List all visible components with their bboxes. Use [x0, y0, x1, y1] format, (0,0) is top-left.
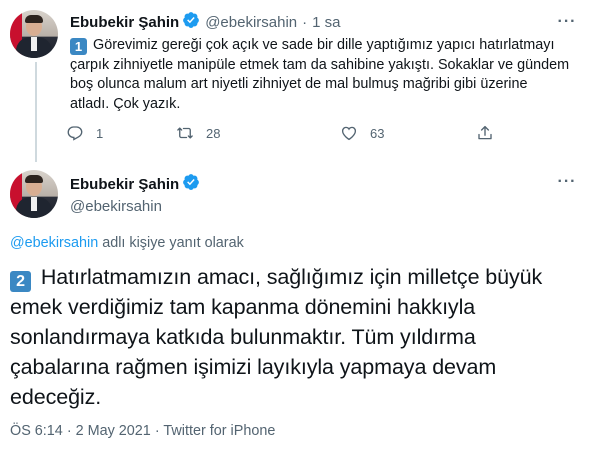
reply-icon: [67, 126, 83, 141]
reply-context: @ebekirsahin adlı kişiye yanıt olarak: [10, 235, 244, 251]
author-name[interactable]: Ebubekir Şahin: [70, 176, 179, 193]
reply-context-text: adlı kişiye yanıt olarak: [98, 235, 244, 251]
tweet-source-link[interactable]: Twitter for iPhone: [163, 423, 275, 439]
verified-badge-icon: [182, 11, 200, 34]
share-button[interactable]: [476, 124, 494, 142]
tweet-2-text: 2 Hatırlatmamızın amacı, sağlığımız için…: [10, 262, 570, 412]
reply-to-handle-link[interactable]: @ebekirsahin: [10, 235, 98, 251]
separator-dot: ·: [66, 423, 72, 439]
tweet-1-body-text: Görevimiz gereği çok açık ve sade bir di…: [70, 37, 570, 112]
more-dots-icon[interactable]: ···: [557, 12, 577, 32]
thread-connector: [35, 62, 37, 162]
verified-badge-icon: [182, 173, 200, 196]
author-handle[interactable]: @ebekirsahin: [205, 14, 297, 31]
tweet-1-text: 1 Görevimiz gereği çok açık ve sade bir …: [70, 36, 570, 114]
tweet-1-actions: 1 28 63: [66, 124, 506, 146]
tweet-2-body-text: Hatırlatmamızın amacı, sağlığımız için m…: [10, 265, 543, 409]
avatar[interactable]: [10, 170, 58, 218]
timestamp[interactable]: 1 sa: [312, 14, 340, 31]
retweet-icon: [177, 127, 193, 139]
reply-button[interactable]: 1: [66, 124, 103, 142]
more-dots-icon[interactable]: ···: [557, 172, 577, 192]
keycap-2-icon: 2: [10, 271, 31, 292]
tweet-2-footer: ÖS 6:14 · 2 May 2021 · Twitter for iPhon…: [10, 423, 275, 439]
retweet-count: 28: [206, 125, 221, 141]
reply-count: 1: [96, 125, 104, 141]
like-count: 63: [370, 125, 385, 141]
separator-dot: ·: [302, 14, 308, 31]
avatar[interactable]: [10, 10, 58, 58]
separator-dot: ·: [154, 423, 160, 439]
keycap-1-icon: 1: [70, 38, 87, 55]
tweet-time-link[interactable]: ÖS 6:14: [10, 423, 63, 439]
tweet-date-link[interactable]: 2 May 2021: [76, 423, 151, 439]
share-icon: [478, 125, 492, 140]
author-handle[interactable]: @ebekirsahin: [70, 198, 200, 215]
heart-icon: [341, 126, 357, 141]
tweet-1-header: Ebubekir Şahin @ebekirsahin · 1 sa: [70, 11, 341, 34]
tweet-2-header: Ebubekir Şahin @ebekirsahin: [70, 173, 200, 215]
retweet-button[interactable]: 28: [176, 124, 220, 142]
author-name[interactable]: Ebubekir Şahin: [70, 14, 179, 31]
like-button[interactable]: 63: [340, 124, 384, 142]
